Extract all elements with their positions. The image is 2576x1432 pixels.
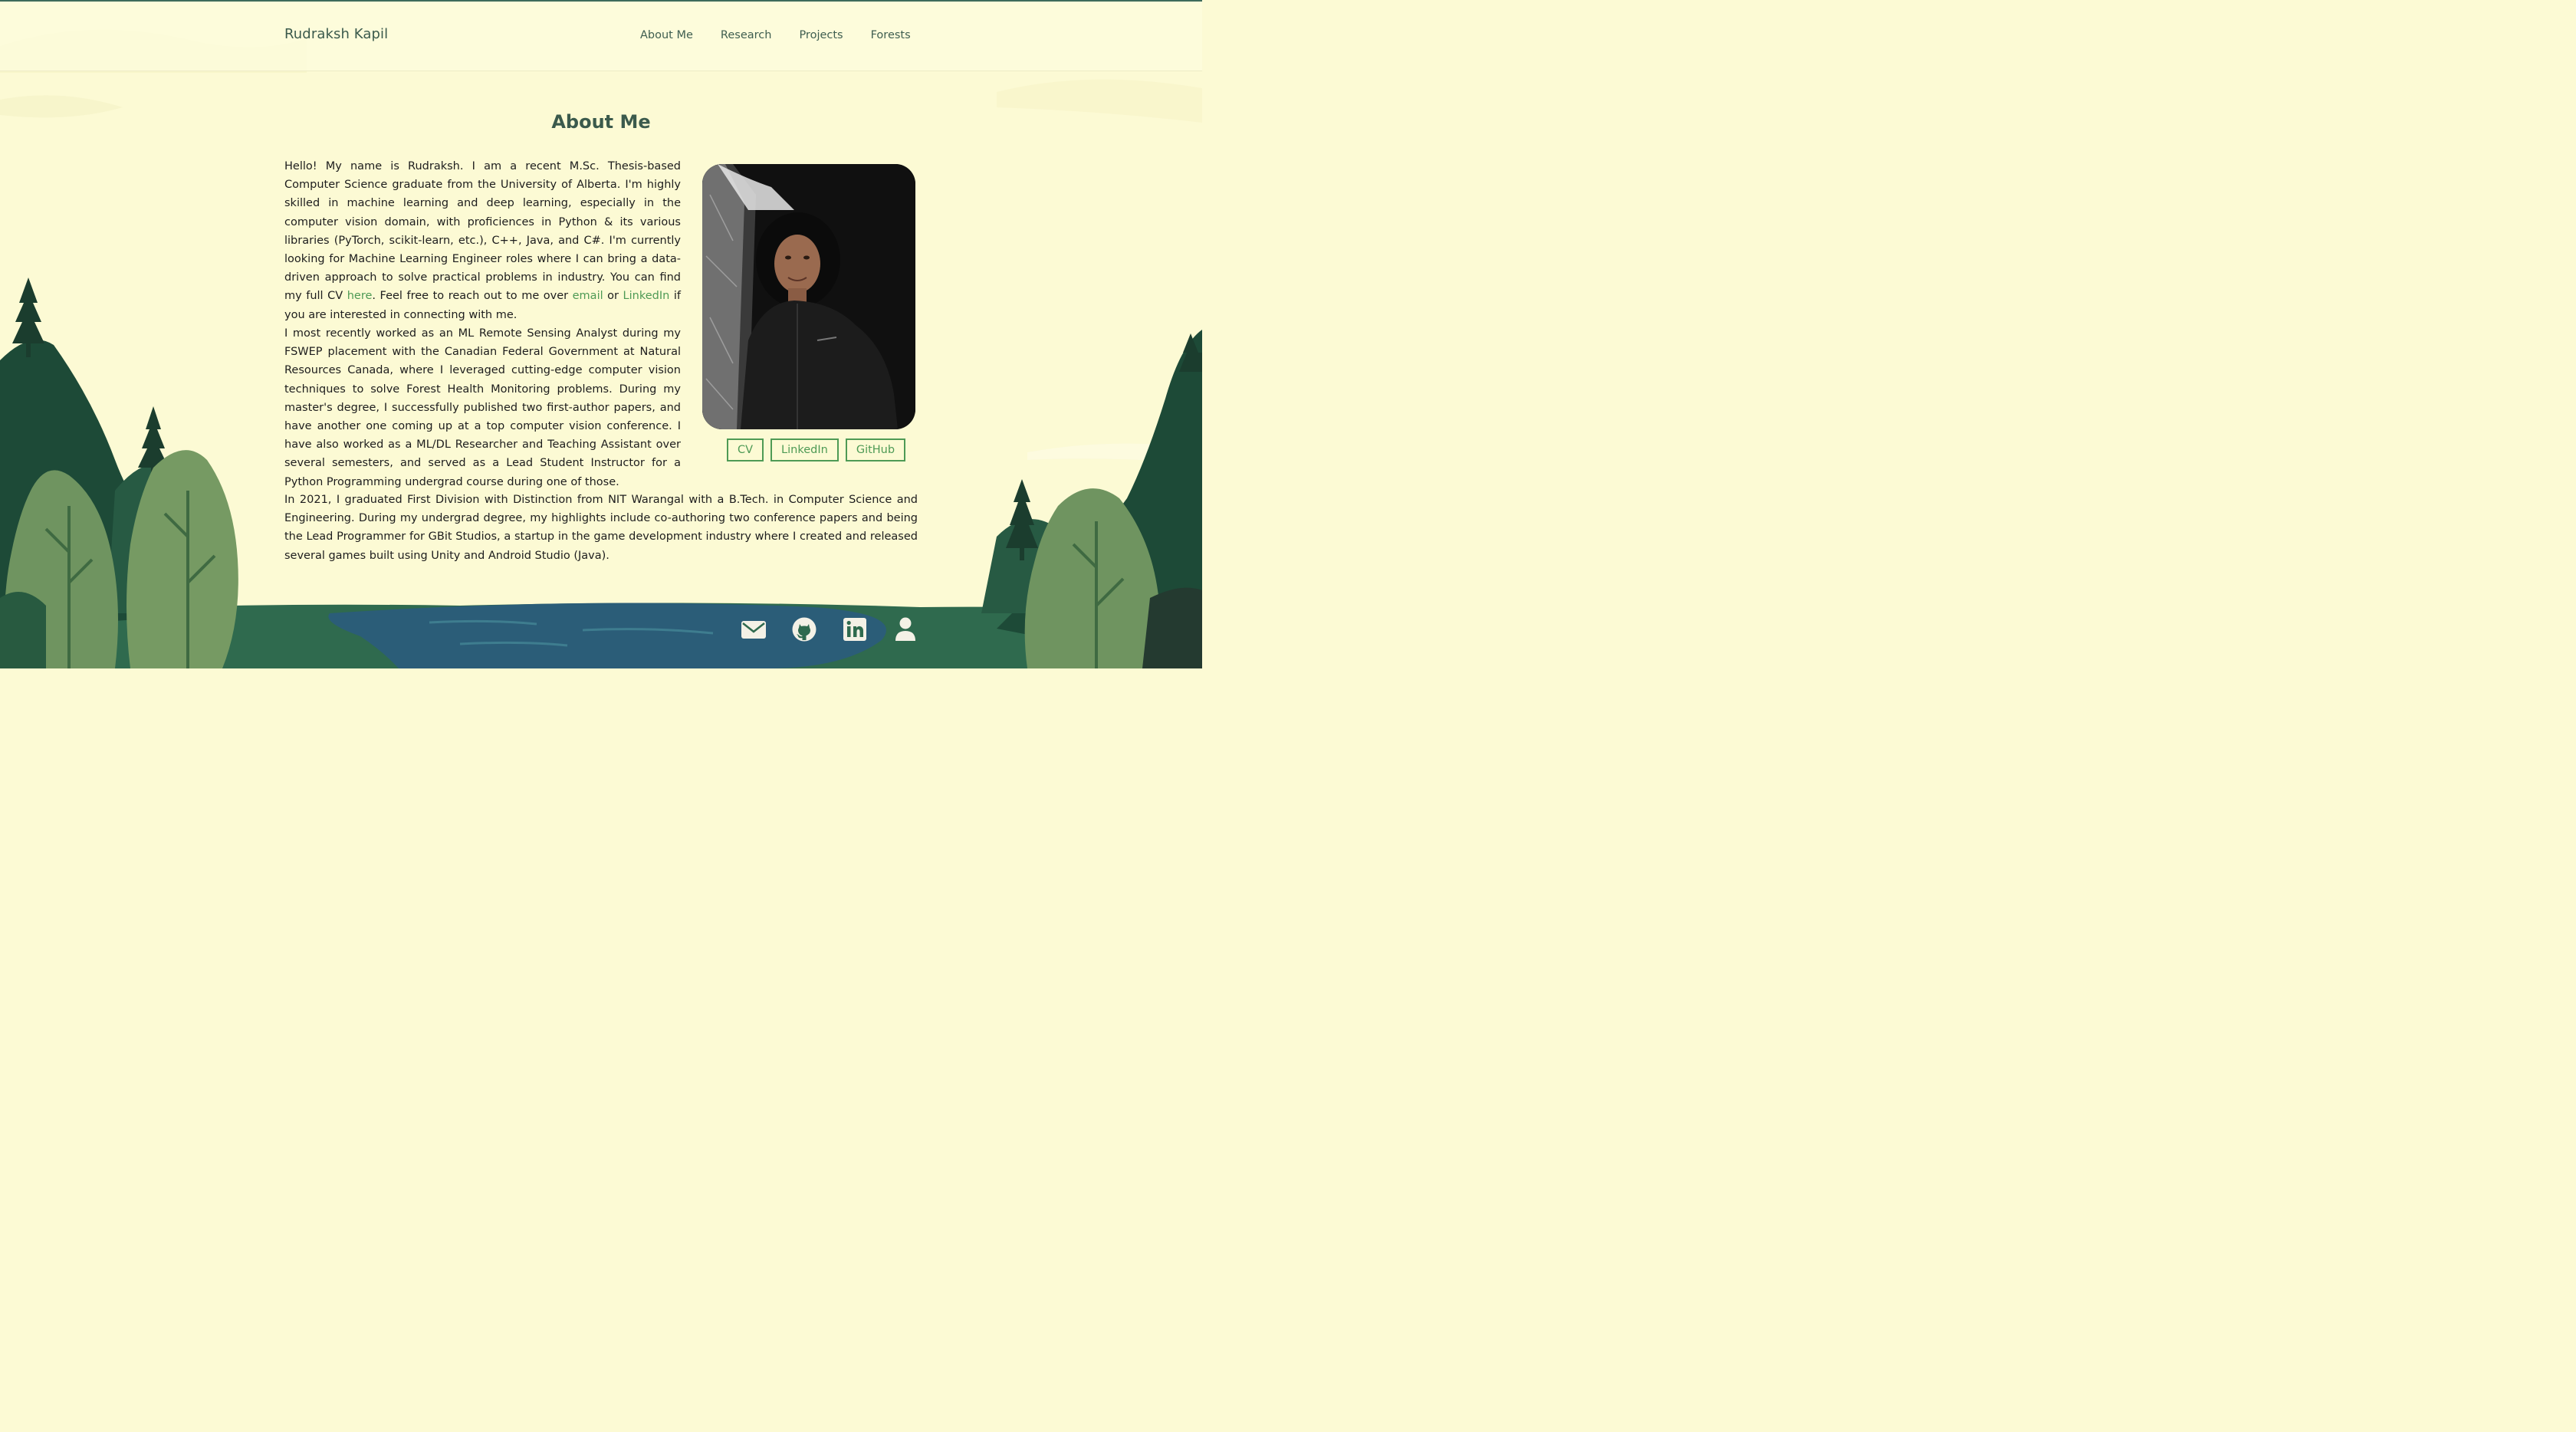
linkedin-button[interactable]: LinkedIn: [770, 438, 839, 461]
profile-buttons: CV LinkedIn GitHub: [727, 438, 912, 461]
education-paragraph: In 2021, I graduated First Division with…: [284, 494, 918, 562]
intro-text-mid: . Feel free to reach out to me over: [372, 290, 573, 303]
nav-links: About Me Research Projects Forests: [640, 29, 938, 41]
intro-text-or: or: [603, 290, 623, 303]
footer-social-icons: [741, 616, 943, 643]
intro-text-start: Hello! My name is Rudraksh. I am a recen…: [284, 160, 681, 303]
brand-link[interactable]: Rudraksh Kapil: [284, 26, 388, 42]
nav-link-about-me[interactable]: About Me: [640, 29, 693, 41]
cv-link[interactable]: here: [347, 290, 373, 302]
linkedin-icon[interactable]: [842, 616, 868, 643]
nav-link-research[interactable]: Research: [721, 29, 772, 41]
cv-button[interactable]: CV: [727, 438, 764, 461]
profile-photo: [702, 164, 915, 429]
email-link[interactable]: email: [573, 290, 603, 302]
github-button[interactable]: GitHub: [845, 438, 906, 461]
intro-paragraph: Hello! My name is Rudraksh. I am a recen…: [284, 157, 681, 324]
about-section: About Me Hello! My name is Rudraksh. I a…: [0, 0, 1202, 668]
person-icon[interactable]: [892, 616, 918, 643]
envelope-icon[interactable]: [741, 616, 767, 643]
linkedin-link[interactable]: LinkedIn: [623, 290, 670, 302]
nav-link-projects[interactable]: Projects: [799, 29, 843, 41]
page-title: About Me: [551, 111, 651, 133]
github-icon[interactable]: [791, 616, 817, 643]
experience-paragraph: I most recently worked as an ML Remote S…: [284, 327, 681, 488]
navbar: Rudraksh Kapil About Me Research Project…: [0, 2, 1202, 71]
nav-link-forests[interactable]: Forests: [871, 29, 911, 41]
